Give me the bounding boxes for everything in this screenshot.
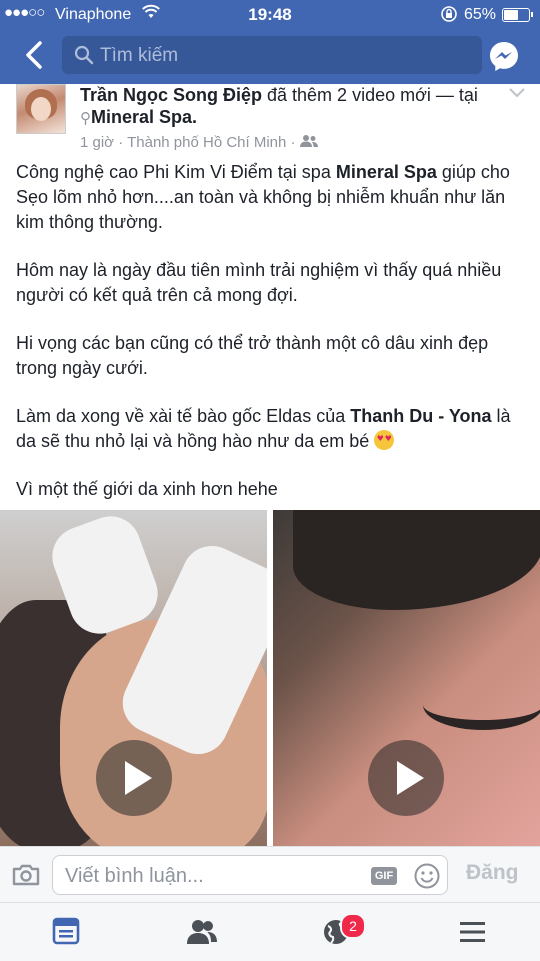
location-pin-icon: ⚲ [80,110,91,127]
clock: 19:48 [248,5,292,24]
messenger-icon [490,42,518,71]
avatar-face [31,97,51,121]
text-segment: Làm da xong về xài tế bào gốc Eldas của [16,406,351,426]
tab-menu[interactable] [454,915,494,951]
post-text: Công nghệ cao Phi Kim Vi Điểm tại spa Mi… [16,160,526,525]
chevron-down-icon [509,88,525,98]
gif-button[interactable]: GIF [371,867,397,885]
author-name[interactable]: Trần Ngọc Song Điệp [80,85,262,105]
paragraph-5: Vì một thế giới da xinh hơn hehe [16,479,278,499]
emoji-icon[interactable] [413,862,441,895]
friends-icon [187,920,217,944]
notification-badge: 2 [340,913,366,939]
video-thumbnail-2[interactable] [273,510,540,846]
post-options-button[interactable] [508,86,526,98]
paragraph-4: Làm da xong về xài tế bào gốc Eldas của … [16,404,526,454]
battery-level [504,10,518,20]
post-comment-button[interactable]: Đăng [466,861,519,885]
battery-percent: 65% [464,6,497,23]
separator: · [118,134,124,151]
video-scene-eyebrow [293,510,540,610]
video-scene-eye [423,680,540,730]
post-time[interactable]: 1 giờ [80,134,114,151]
author-avatar[interactable] [16,84,66,134]
battery-tip [531,12,533,17]
search-input[interactable] [98,42,472,70]
page-mention[interactable]: Thanh Du - Yona [350,406,491,426]
comment-box[interactable]: GIF [52,855,448,895]
comment-bar: GIF Đăng [0,846,540,903]
paragraph-2: Hôm nay là ngày đầu tiên mình trải nghiệ… [16,260,502,305]
separator: · [290,134,296,151]
comment-input[interactable] [63,862,347,890]
play-icon[interactable] [368,740,444,816]
place-name[interactable]: Mineral Spa. [91,107,197,127]
play-icon[interactable] [96,740,172,816]
search-bar[interactable] [62,36,482,74]
search-icon [74,45,94,70]
post-meta: 1 giờ · Thành phố Hồ Chí Minh · [80,134,318,152]
text-segment: Công nghệ cao Phi Kim Vi Điểm tại spa [16,162,336,182]
page-mention[interactable]: Mineral Spa [336,162,437,182]
bottom-tab-bar: 2 [0,902,540,961]
news-feed-icon [52,917,80,945]
post-location[interactable]: Thành phố Hồ Chí Minh [127,134,286,151]
paragraph-3: Hi vọng các bạn cũng có thể trở thành mộ… [16,333,489,378]
camera-icon[interactable] [12,863,40,892]
video-thumbnail-1[interactable] [0,510,267,846]
paragraph-1: Công nghệ cao Phi Kim Vi Điểm tại spa Mi… [16,160,526,235]
friends-privacy-icon [299,134,318,152]
heart-eyes-emoji-icon [374,430,395,450]
back-button[interactable] [20,38,50,72]
status-bar: ●●●○○ Vinaphone 19:48 65% [0,0,540,30]
tab-news-feed[interactable] [48,915,88,951]
rotation-lock-icon [440,5,458,28]
messenger-button[interactable] [488,40,520,72]
tab-friends[interactable] [184,915,224,951]
post-headline: Trần Ngọc Song Điệp đã thêm 2 video mới … [80,84,500,130]
top-navigation-bar: ●●●○○ Vinaphone 19:48 65% [0,0,540,84]
menu-icon [460,922,485,942]
battery-icon [502,8,530,22]
chevron-left-icon [26,41,42,69]
post-action: đã thêm 2 video mới — tại [262,85,478,105]
